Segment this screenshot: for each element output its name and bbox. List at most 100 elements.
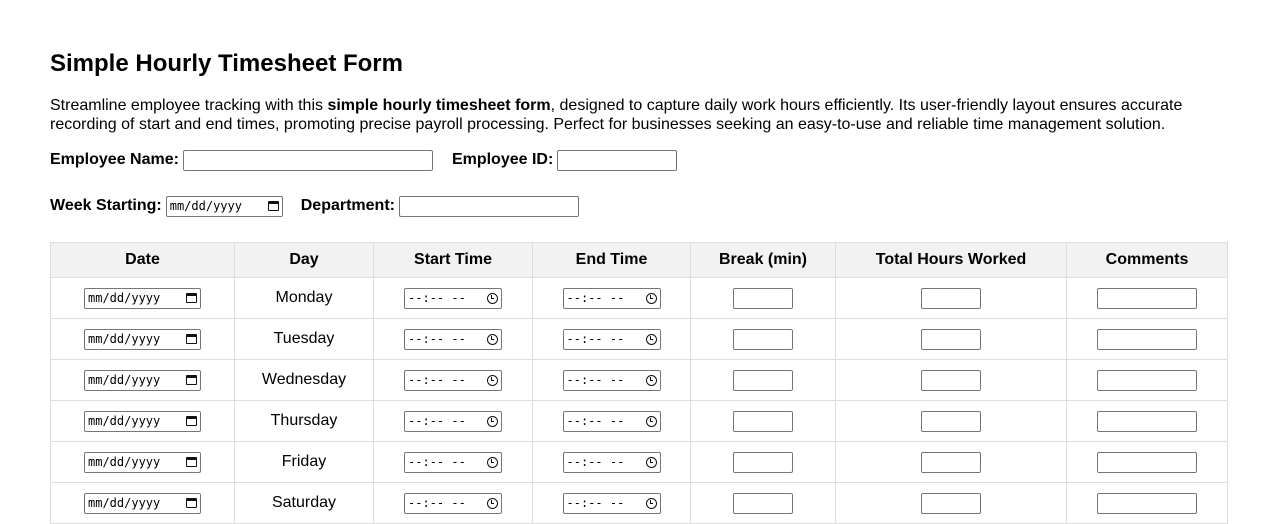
end-time-cell: --:-- -- <box>532 482 691 524</box>
row-date-input[interactable]: mm/dd/yyyy <box>84 287 201 309</box>
clock-icon[interactable] <box>487 456 498 468</box>
start-time-cell: --:-- -- <box>373 318 533 360</box>
header-break: Break (min) <box>690 242 836 278</box>
comments-input[interactable] <box>1097 369 1197 391</box>
clock-icon[interactable] <box>487 497 498 509</box>
time-placeholder: --:-- -- <box>408 332 466 346</box>
end-time-input[interactable]: --:-- -- <box>562 328 661 350</box>
time-placeholder: --:-- -- <box>566 332 625 346</box>
header-date: Date <box>50 242 235 278</box>
row-date-input[interactable]: mm/dd/yyyy <box>84 369 201 391</box>
end-time-input[interactable]: --:-- -- <box>562 287 661 309</box>
employee-name-input[interactable] <box>182 149 433 171</box>
table-row: mm/dd/yyyy Thursday --:-- -- --:-- -- <box>50 400 1228 442</box>
date-cell: mm/dd/yyyy <box>50 318 235 360</box>
employee-id-input[interactable] <box>557 149 678 171</box>
break-cell <box>690 359 836 401</box>
break-input[interactable] <box>733 410 793 432</box>
start-time-input[interactable]: --:-- -- <box>404 328 502 350</box>
break-input[interactable] <box>733 492 793 514</box>
start-time-cell: --:-- -- <box>373 277 533 319</box>
end-time-input[interactable]: --:-- -- <box>562 492 661 514</box>
start-time-input[interactable]: --:-- -- <box>404 451 502 473</box>
total-hours-cell <box>835 400 1067 442</box>
clock-icon[interactable] <box>645 497 657 509</box>
clock-icon[interactable] <box>487 292 498 304</box>
calendar-icon[interactable] <box>186 457 197 467</box>
row-date-input[interactable]: mm/dd/yyyy <box>84 328 201 350</box>
total-hours-input[interactable] <box>921 287 981 309</box>
time-placeholder: --:-- -- <box>408 373 466 387</box>
calendar-icon[interactable] <box>267 201 279 211</box>
row-date-input[interactable]: mm/dd/yyyy <box>84 451 201 473</box>
clock-icon[interactable] <box>645 456 657 468</box>
break-input[interactable] <box>733 328 793 350</box>
comments-input[interactable] <box>1097 287 1197 309</box>
total-hours-cell <box>835 359 1067 401</box>
break-input[interactable] <box>733 369 793 391</box>
time-placeholder: --:-- -- <box>566 496 625 510</box>
start-time-cell: --:-- -- <box>373 359 533 401</box>
break-input[interactable] <box>733 287 793 309</box>
date-placeholder: mm/dd/yyyy <box>88 332 161 346</box>
date-cell: mm/dd/yyyy <box>50 400 235 442</box>
department-input[interactable] <box>398 195 579 217</box>
total-hours-cell <box>835 482 1067 524</box>
day-cell: Saturday <box>234 482 374 524</box>
total-hours-input[interactable] <box>921 492 981 514</box>
start-time-input[interactable]: --:-- -- <box>404 410 502 432</box>
total-hours-input[interactable] <box>921 451 981 473</box>
comments-input[interactable] <box>1097 410 1197 432</box>
employee-info-row: Employee Name: Employee ID: <box>50 149 678 171</box>
comments-cell <box>1066 441 1228 483</box>
start-time-cell: --:-- -- <box>373 482 533 524</box>
time-placeholder: --:-- -- <box>408 496 466 510</box>
calendar-icon[interactable] <box>186 375 197 385</box>
clock-icon[interactable] <box>487 374 498 386</box>
break-cell <box>690 482 836 524</box>
time-placeholder: --:-- -- <box>566 414 625 428</box>
end-time-input[interactable]: --:-- -- <box>562 369 661 391</box>
total-hours-input[interactable] <box>921 369 981 391</box>
week-info-row: Week Starting: mm/dd/yyyy Department: <box>50 195 579 217</box>
date-placeholder: mm/dd/yyyy <box>88 455 161 469</box>
date-cell: mm/dd/yyyy <box>50 482 235 524</box>
end-time-input[interactable]: --:-- -- <box>562 451 661 473</box>
calendar-icon[interactable] <box>186 334 197 344</box>
table-header-row: Date Day Start Time End Time Break (min)… <box>50 242 1228 278</box>
end-time-input[interactable]: --:-- -- <box>562 410 661 432</box>
clock-icon[interactable] <box>487 333 498 345</box>
comments-input[interactable] <box>1097 492 1197 514</box>
header-day: Day <box>234 242 374 278</box>
start-time-input[interactable]: --:-- -- <box>404 492 502 514</box>
comments-input[interactable] <box>1097 451 1197 473</box>
header-start-time: Start Time <box>373 242 533 278</box>
break-input[interactable] <box>733 451 793 473</box>
start-time-input[interactable]: --:-- -- <box>404 369 502 391</box>
week-starting-date-input[interactable]: mm/dd/yyyy <box>165 195 283 217</box>
calendar-icon[interactable] <box>186 293 197 303</box>
clock-icon[interactable] <box>645 415 657 427</box>
total-hours-input[interactable] <box>921 410 981 432</box>
day-cell: Friday <box>234 441 374 483</box>
comments-input[interactable] <box>1097 328 1197 350</box>
clock-icon[interactable] <box>645 292 657 304</box>
clock-icon[interactable] <box>645 333 657 345</box>
total-hours-input[interactable] <box>921 328 981 350</box>
row-date-input[interactable]: mm/dd/yyyy <box>84 492 201 514</box>
row-date-input[interactable]: mm/dd/yyyy <box>84 410 201 432</box>
calendar-icon[interactable] <box>186 498 197 508</box>
end-time-cell: --:-- -- <box>532 277 691 319</box>
start-time-cell: --:-- -- <box>373 400 533 442</box>
total-hours-cell <box>835 441 1067 483</box>
day-cell: Tuesday <box>234 318 374 360</box>
calendar-icon[interactable] <box>186 416 197 426</box>
table-row: mm/dd/yyyy Wednesday --:-- -- --:-- -- <box>50 359 1228 401</box>
header-total-hours: Total Hours Worked <box>835 242 1067 278</box>
clock-icon[interactable] <box>487 415 498 427</box>
week-starting-label: Week Starting: <box>50 197 162 214</box>
date-cell: mm/dd/yyyy <box>50 277 235 319</box>
start-time-input[interactable]: --:-- -- <box>404 287 502 309</box>
comments-cell <box>1066 277 1228 319</box>
clock-icon[interactable] <box>645 374 657 386</box>
